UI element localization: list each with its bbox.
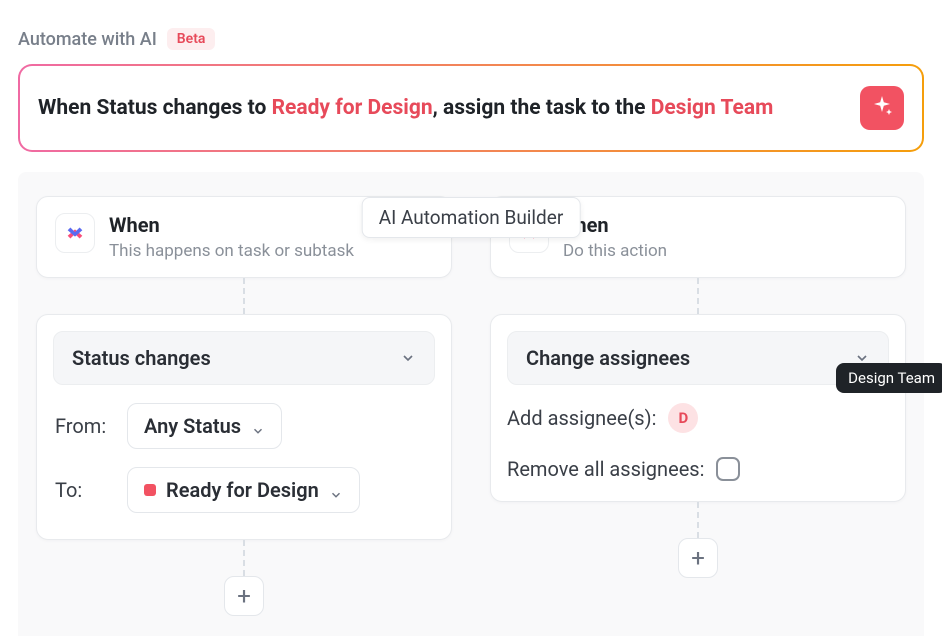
- plus-icon: +: [691, 544, 705, 572]
- then-config-card: Change assignees Add assignee(s): D Desi…: [490, 314, 906, 502]
- remove-assignees-checkbox[interactable]: [716, 457, 740, 481]
- when-subtitle: This happens on task or subtask: [109, 241, 433, 261]
- header: Automate with AI Beta: [18, 28, 924, 50]
- trigger-type-dropdown[interactable]: Status changes: [53, 331, 435, 385]
- chevron-down-icon: [400, 350, 416, 366]
- then-title: Then: [563, 213, 887, 237]
- prompt-status-highlight: Ready for Design: [272, 96, 433, 120]
- remove-assignees-row: Remove all assignees:: [507, 457, 889, 481]
- plus-icon: +: [237, 582, 251, 610]
- trigger-type-label: Status changes: [72, 346, 211, 370]
- to-status-value: Ready for Design: [166, 478, 319, 502]
- sparkle-icon: [870, 94, 894, 122]
- prompt-text: When Status changes to Ready for Design,…: [38, 95, 773, 121]
- add-assignee-label: Add assignee(s):: [507, 406, 656, 430]
- then-subtitle: Do this action: [563, 241, 887, 261]
- automation-builder: AI Automation Builder When This happens …: [18, 172, 924, 636]
- chevron-down-icon: [329, 483, 343, 497]
- prompt-team-highlight: Design Team: [651, 96, 774, 120]
- then-column: Then Do this action Change assignees Add…: [490, 196, 906, 636]
- generate-button[interactable]: [860, 86, 904, 130]
- chevron-down-icon: [251, 419, 265, 433]
- connector-line: [697, 502, 699, 538]
- to-label: To:: [55, 478, 111, 502]
- connector-line: [243, 278, 245, 314]
- add-action-button[interactable]: +: [678, 538, 718, 578]
- assignee-initial: D: [679, 409, 689, 427]
- ai-prompt-input[interactable]: When Status changes to Ready for Design,…: [18, 64, 924, 152]
- beta-badge: Beta: [167, 28, 216, 50]
- assignee-avatar[interactable]: D: [668, 403, 698, 433]
- page-title: Automate with AI: [18, 29, 157, 50]
- clickup-logo-icon: [55, 213, 95, 253]
- prompt-mid: , assign the task to the: [433, 96, 651, 120]
- connector-line: [697, 278, 699, 314]
- from-field-row: From: Any Status: [55, 403, 435, 449]
- add-assignee-row: Add assignee(s): D Design Team: [507, 403, 889, 433]
- when-config-card: Status changes From: Any Status To: Read…: [36, 314, 452, 540]
- from-label: From:: [55, 414, 111, 438]
- connector-line: [243, 540, 245, 576]
- remove-assignees-label: Remove all assignees:: [507, 457, 704, 481]
- status-color-dot: [144, 484, 156, 496]
- from-status-value: Any Status: [144, 414, 241, 438]
- builder-tooltip: AI Automation Builder: [362, 197, 581, 238]
- add-trigger-button[interactable]: +: [224, 576, 264, 616]
- to-field-row: To: Ready for Design: [55, 467, 435, 513]
- action-type-label: Change assignees: [526, 346, 690, 370]
- assignee-tooltip: Design Team: [836, 363, 942, 393]
- to-status-dropdown[interactable]: Ready for Design: [127, 467, 360, 513]
- from-status-dropdown[interactable]: Any Status: [127, 403, 282, 449]
- prompt-prefix: When Status changes to: [38, 96, 272, 120]
- when-column: When This happens on task or subtask Sta…: [36, 196, 452, 636]
- action-type-dropdown[interactable]: Change assignees: [507, 331, 889, 385]
